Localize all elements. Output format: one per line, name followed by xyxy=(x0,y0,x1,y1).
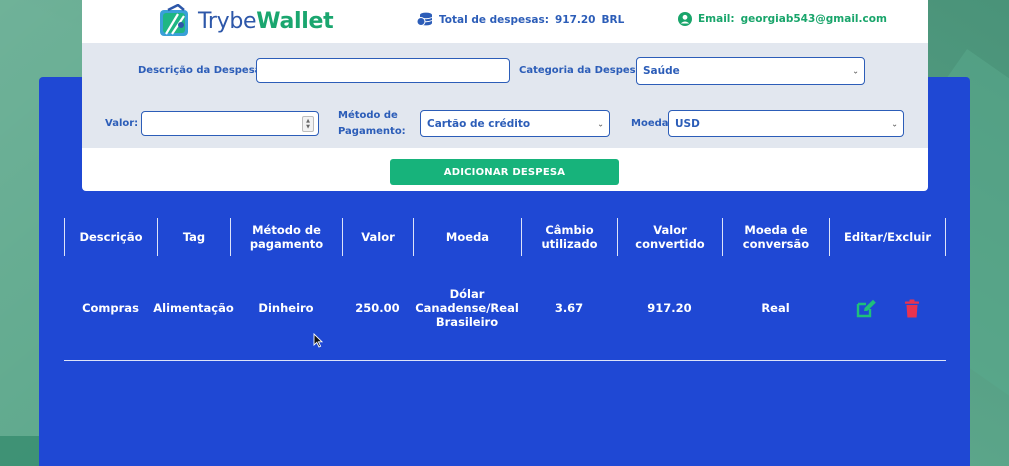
background-shape-left xyxy=(0,436,40,466)
expenses-table: Descrição Tag Método de pagamento Valor … xyxy=(64,218,946,361)
category-label: Categoria da Despesa: xyxy=(519,65,647,76)
method-value: Cartão de crédito xyxy=(427,117,531,130)
row-actions xyxy=(856,299,919,318)
table-header: Descrição Tag Método de pagamento Valor … xyxy=(64,218,946,256)
chevron-down-icon: ⌄ xyxy=(852,66,859,76)
currency-value: USD xyxy=(675,117,700,130)
value-label: Valor: xyxy=(105,118,139,129)
cell-rate: 3.67 xyxy=(554,301,584,315)
email-value: georgiab543@gmail.com xyxy=(740,13,887,25)
header-currency: Moeda xyxy=(413,218,521,256)
total-label: Total de despesas: xyxy=(439,13,549,26)
cell-actions xyxy=(829,256,946,360)
coins-icon xyxy=(416,12,433,26)
brand-name: TrybeWallet xyxy=(198,4,334,40)
brand-wallet-text: Wallet xyxy=(256,9,334,34)
header-conversion-currency: Moeda de conversão xyxy=(722,218,829,256)
header-rate: Câmbio utilizado xyxy=(521,218,617,256)
total-expenses: Total de despesas: 917.20 BRL xyxy=(416,12,624,27)
currency-select[interactable]: USD ⌄ xyxy=(668,110,904,137)
user-circle-icon xyxy=(678,12,692,26)
header: TrybeWallet Total de despesas: 917.20 BR… xyxy=(82,0,928,43)
cell-tag: Alimentação xyxy=(153,301,234,315)
cell-method: Dinheiro xyxy=(258,301,314,315)
header-value: Valor xyxy=(342,218,413,256)
header-converted: Valor convertido xyxy=(617,218,722,256)
brand-trybe-text: Trybe xyxy=(198,9,257,34)
expense-form: Descrição da Despesa: Categoria da Despe… xyxy=(82,43,928,148)
email-label: Email: xyxy=(698,13,735,25)
cell-converted: 917.20 xyxy=(647,301,692,315)
cell-value: 250.00 xyxy=(355,301,400,315)
header-tag: Tag xyxy=(157,218,230,256)
edit-icon[interactable] xyxy=(856,299,877,318)
value-input[interactable]: ▲ ▼ xyxy=(141,111,319,136)
method-select[interactable]: Cartão de crédito ⌄ xyxy=(420,110,610,137)
category-select[interactable]: Saúde ⌄ xyxy=(636,57,865,85)
header-description: Descrição xyxy=(64,218,157,256)
currency-label: Moeda: xyxy=(631,118,673,129)
cell-currency: Dólar Canadense/Real Brasileiro xyxy=(415,287,519,329)
number-spinner-icon[interactable]: ▲ ▼ xyxy=(302,116,314,132)
wallet-logo-icon xyxy=(160,4,188,36)
description-label: Descrição da Despesa: xyxy=(138,65,266,76)
header-method: Método de pagamento xyxy=(230,218,342,256)
user-email: Email: georgiab543@gmail.com xyxy=(678,12,887,26)
description-input[interactable] xyxy=(256,58,510,83)
table-row: Compras Alimentação Dinheiro 250.00 Dóla… xyxy=(64,256,946,361)
total-value: 917.20 xyxy=(554,13,596,26)
header-actions: Editar/Excluir xyxy=(829,218,946,256)
method-label-line2: Pagamento: xyxy=(338,126,406,137)
chevron-down-icon: ⌄ xyxy=(891,119,898,128)
add-expense-button[interactable]: ADICIONAR DESPESA xyxy=(390,159,619,185)
method-label-line1: Método de xyxy=(338,110,398,121)
total-currency: BRL xyxy=(601,13,625,26)
brand: TrybeWallet xyxy=(156,4,334,40)
form-footer: ADICIONAR DESPESA xyxy=(82,148,928,191)
mouse-cursor-icon xyxy=(313,333,324,348)
trash-icon[interactable] xyxy=(905,299,919,318)
cell-conversion-currency: Real xyxy=(761,301,790,315)
chevron-down-icon: ⌄ xyxy=(597,119,604,128)
method-label: Método de Pagamento: xyxy=(338,108,406,140)
cell-description: Compras xyxy=(82,301,139,315)
category-value: Saúde xyxy=(643,65,680,77)
